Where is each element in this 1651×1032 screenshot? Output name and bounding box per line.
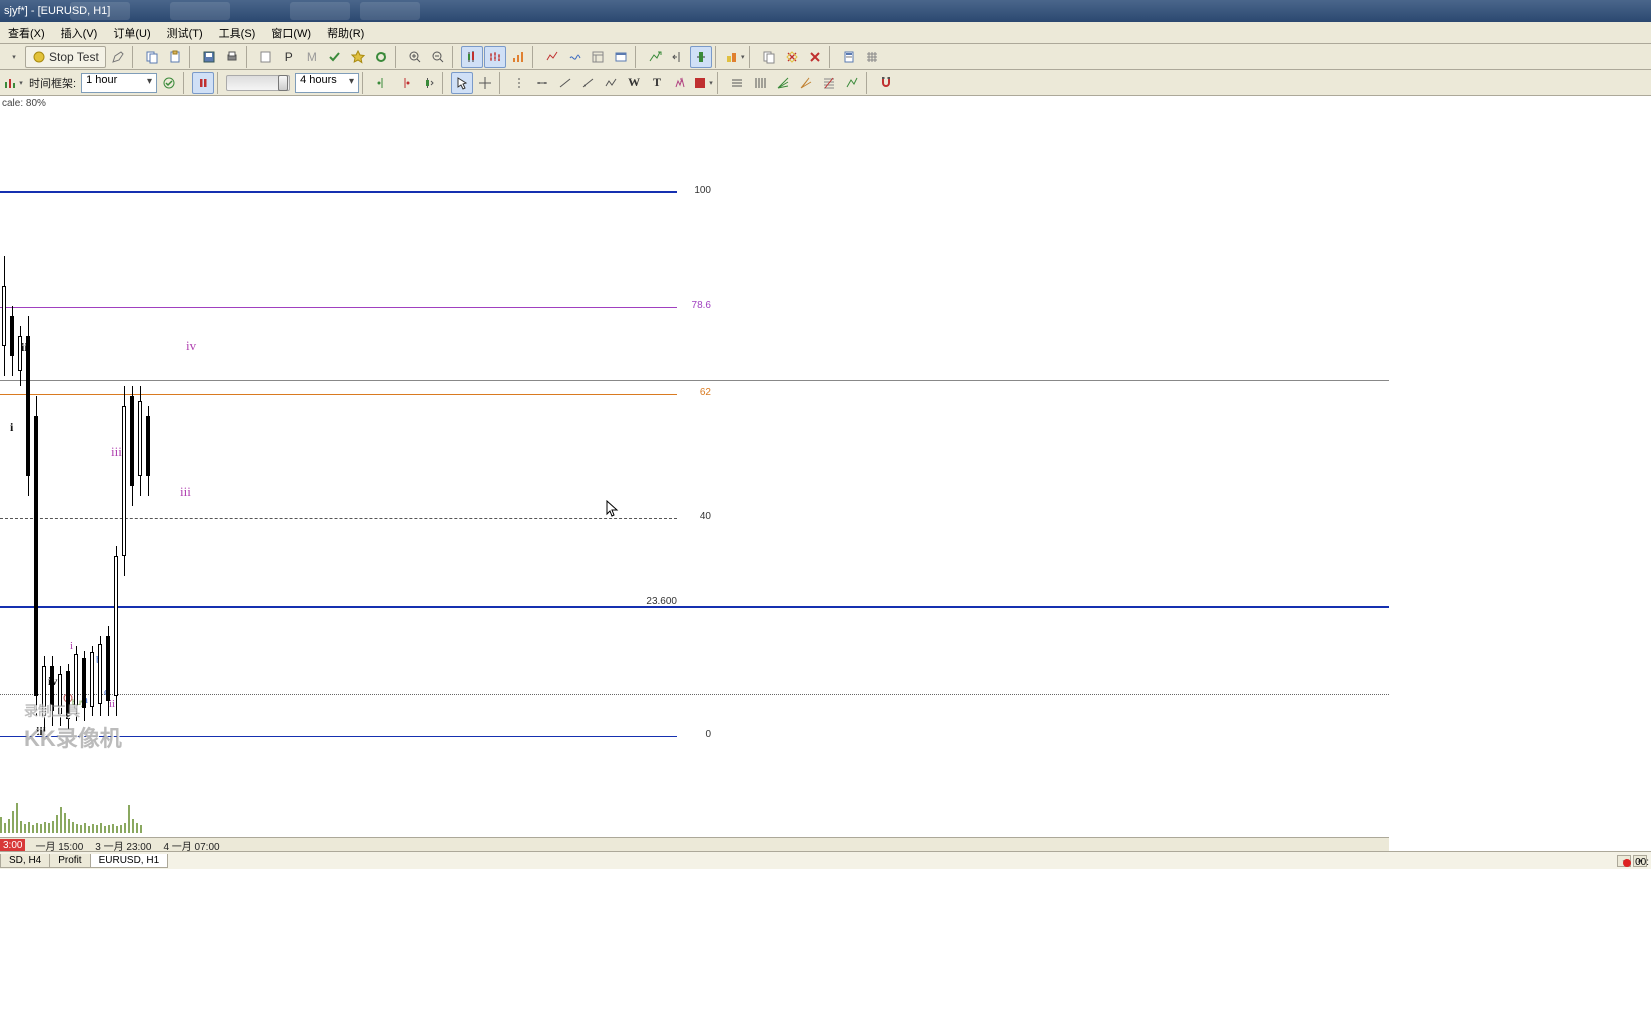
tab-h4[interactable]: SD, H4 (0, 854, 50, 868)
print-icon[interactable] (221, 46, 243, 68)
m-icon[interactable]: M (301, 46, 323, 68)
pitchfork-tool[interactable] (795, 72, 817, 94)
copy-icon[interactable] (141, 46, 163, 68)
autoscroll-icon[interactable] (644, 46, 666, 68)
record-dot-icon (1623, 859, 1631, 867)
pause-button[interactable] (192, 72, 214, 94)
properties-p-icon[interactable]: P (278, 46, 300, 68)
refresh-icon[interactable] (370, 46, 392, 68)
fan-tool[interactable] (772, 72, 794, 94)
channel-tool[interactable] (749, 72, 771, 94)
star-icon[interactable] (347, 46, 369, 68)
clear-icon[interactable] (781, 46, 803, 68)
right-pane (1389, 96, 1651, 853)
indicator-1-icon[interactable] (541, 46, 563, 68)
zoom-in-icon[interactable] (404, 46, 426, 68)
lines-tool[interactable] (726, 72, 748, 94)
vline-tool[interactable] (508, 72, 530, 94)
fib-line-100[interactable]: 100 (0, 191, 677, 193)
cursor-tool[interactable] (451, 72, 473, 94)
timeframe-icon[interactable]: ▾ (2, 72, 24, 94)
mouse-cursor (606, 500, 620, 518)
svg-text:5: 5 (680, 78, 683, 84)
indicator-2-icon[interactable] (564, 46, 586, 68)
stop-test-button[interactable]: Stop Test (25, 46, 106, 68)
wave-marker-tool[interactable]: 5 (669, 72, 691, 94)
zoom-out-icon[interactable] (427, 46, 449, 68)
grid-icon[interactable] (861, 46, 883, 68)
timeframe-label: 时间框架: (25, 75, 80, 91)
menu-bar: 查看(X) 插入(V) 订单(U) 测试(T) 工具(S) 窗口(W) 帮助(R… (0, 22, 1651, 44)
color-tool[interactable]: ▾ (692, 72, 714, 94)
copy-objects-icon[interactable] (758, 46, 780, 68)
stop-test-label: Stop Test (49, 50, 99, 64)
toolbar-main: ▾ Stop Test P M ▾ (0, 44, 1651, 70)
candles-icon[interactable] (461, 46, 483, 68)
bottom-blank (0, 869, 1651, 1032)
step-fwd-icon[interactable] (394, 72, 416, 94)
template-icon[interactable] (587, 46, 609, 68)
window-icon[interactable] (610, 46, 632, 68)
speed-slider[interactable] (226, 75, 290, 91)
tab-profit[interactable]: Profit (49, 854, 90, 868)
step-back-icon[interactable] (371, 72, 393, 94)
save-icon[interactable] (198, 46, 220, 68)
dropdown-1[interactable]: ▾ (2, 46, 24, 68)
ray-tool[interactable] (577, 72, 599, 94)
trendline-tool[interactable] (554, 72, 576, 94)
price-line (0, 380, 1389, 381)
new-chart-icon[interactable] (255, 46, 277, 68)
apply-tf-icon[interactable] (158, 72, 180, 94)
check-icon[interactable] (324, 46, 346, 68)
title-bar: sjyf*] - [EURUSD, H1] (0, 0, 1651, 22)
step-candle-icon[interactable] (417, 72, 439, 94)
chart-area[interactable]: cale: 80% 100 78.6 62 40 23.600 0 iv iii… (0, 96, 1389, 853)
magnet-tool[interactable] (875, 72, 897, 94)
toolbar-secondary: ▾ 时间框架: 1 hour 4 hours W T 5 ▾ (0, 70, 1651, 96)
menu-test[interactable]: 测试(T) (159, 22, 211, 44)
wave-iv-magenta[interactable]: iv (186, 338, 196, 354)
bars-icon[interactable] (484, 46, 506, 68)
scale-label: cale: 80% (2, 98, 46, 109)
candlesticks (0, 196, 160, 756)
wave-iii-magenta-2[interactable]: iii (180, 484, 191, 500)
menu-view[interactable]: 查看(X) (0, 22, 53, 44)
fib-ext-tool[interactable] (841, 72, 863, 94)
hline-tool[interactable] (531, 72, 553, 94)
pencil-icon[interactable] (107, 46, 129, 68)
recording-indicator: 00: (1623, 857, 1649, 868)
shift-chart-icon[interactable] (667, 46, 689, 68)
chart-type-icon[interactable] (507, 46, 529, 68)
calculator-icon[interactable] (838, 46, 860, 68)
crosshair-tool[interactable] (474, 72, 496, 94)
polyline-tool[interactable] (600, 72, 622, 94)
menu-insert[interactable]: 插入(V) (53, 22, 106, 44)
timeframe-select-2[interactable]: 4 hours (295, 73, 359, 93)
text-tool[interactable]: T (646, 72, 668, 94)
menu-window[interactable]: 窗口(W) (263, 22, 319, 44)
menu-order[interactable]: 订单(U) (105, 22, 158, 44)
timeframe-select-1[interactable]: 1 hour (81, 73, 157, 93)
delete-icon[interactable] (804, 46, 826, 68)
step-icon[interactable] (690, 46, 712, 68)
tab-h1[interactable]: EURUSD, H1 (90, 854, 169, 868)
menu-tools[interactable]: 工具(S) (211, 22, 264, 44)
volume-bars (0, 793, 142, 833)
chart-tabs: SD, H4 Profit EURUSD, H1 ◂ ▸ (0, 851, 1651, 869)
menu-help[interactable]: 帮助(R) (319, 22, 372, 44)
fib-ret-tool[interactable] (818, 72, 840, 94)
objects-icon[interactable]: ▾ (724, 46, 746, 68)
paste-icon[interactable] (164, 46, 186, 68)
wave-w-tool[interactable]: W (623, 72, 645, 94)
